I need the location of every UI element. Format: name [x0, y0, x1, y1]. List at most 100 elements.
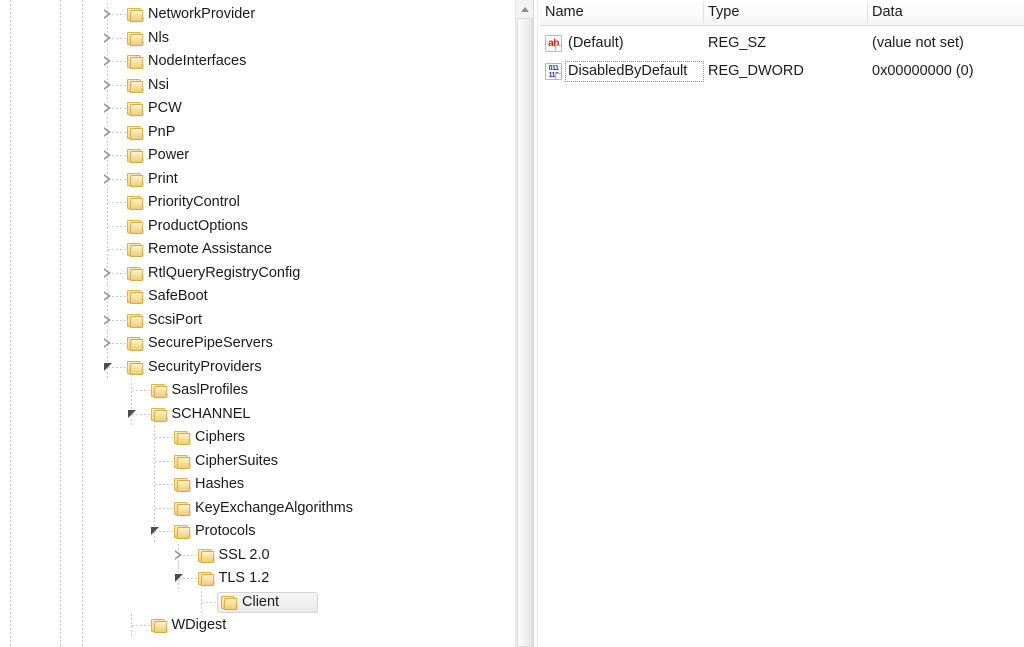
tree-node-label: WDigest	[171, 617, 227, 633]
expand-collapse-icon[interactable]	[104, 32, 111, 43]
expand-collapse-icon[interactable]	[174, 574, 183, 582]
value-type-cell: REG_SZ	[708, 35, 767, 51]
tree-node-label: RtlQueryRegistryConfig	[148, 264, 301, 281]
expand-collapse-icon[interactable]	[104, 291, 111, 301]
folder-icon	[127, 78, 144, 93]
tree-node-label: Protocols	[195, 523, 256, 539]
folder-icon	[150, 407, 168, 422]
tree-node-ciphers[interactable]: Ciphers	[0, 426, 515, 449]
tree-node-schannel[interactable]: SCHANNEL	[0, 402, 515, 426]
folder-icon	[127, 125, 144, 140]
tree-node-label: ScsiPort	[148, 311, 202, 328]
column-separator[interactable]	[867, 3, 868, 23]
value-data-cell: 0x00000000 (0)	[872, 63, 974, 79]
tree-node-power[interactable]: Power	[0, 144, 515, 167]
tree-node-securepipeservers[interactable]: SecurePipeServers	[0, 332, 515, 355]
folder-icon	[127, 289, 144, 304]
expand-collapse-icon[interactable]	[151, 527, 159, 535]
tree-node-hashes[interactable]: Hashes	[0, 473, 515, 496]
column-header-name[interactable]: Name	[545, 0, 584, 25]
tree-connector	[108, 202, 126, 203]
tree-node-nsi[interactable]: Nsi	[0, 73, 515, 97]
scrollbar-thumb[interactable]	[517, 18, 533, 647]
tree-node-keyexchangealgorithms[interactable]: KeyExchangeAlgorithms	[0, 496, 515, 520]
values-column-header: Name Type Data	[540, 0, 1024, 26]
folder-icon	[127, 313, 144, 328]
tree-node-ciphersuites[interactable]: CipherSuites	[0, 449, 515, 473]
tree-node-label: TLS 1.2	[218, 570, 270, 586]
folder-icon	[174, 501, 191, 516]
tree-node-networkprovider[interactable]: NetworkProvider	[0, 3, 515, 26]
tree-node-label: SecurityProviders	[148, 358, 262, 375]
value-row[interactable]: 011 110 DisabledByDefault REG_DWORD 0x000000…	[540, 60, 1024, 83]
tree-node-label: NodeInterfaces	[148, 53, 247, 69]
expand-collapse-icon[interactable]	[104, 79, 111, 90]
tree-node-wdigest[interactable]: WDigest	[0, 614, 515, 637]
folder-icon	[221, 595, 238, 610]
tree-node-productoptions[interactable]: ProductOptions	[0, 214, 515, 238]
tree-node-prioritycontrol[interactable]: PriorityControl	[0, 191, 515, 214]
tree-node-label: Remote Assistance	[148, 241, 273, 257]
string-value-icon: ab	[545, 35, 562, 52]
tree-node-protocols[interactable]: Protocols	[0, 520, 515, 543]
tree-node-safeboot[interactable]: SafeBoot	[0, 285, 515, 308]
expand-collapse-icon[interactable]	[104, 150, 111, 160]
value-data-cell: (value not set)	[872, 35, 964, 51]
expand-collapse-icon[interactable]	[174, 549, 182, 560]
tree-node-nls[interactable]: Nls	[0, 26, 515, 50]
tree-node-label: NetworkProvider	[148, 6, 256, 22]
tree-node-print[interactable]: Print	[0, 167, 515, 191]
scroll-up-arrow-icon[interactable]	[516, 0, 533, 17]
folder-icon	[127, 148, 144, 163]
value-type-cell: REG_DWORD	[708, 63, 804, 79]
column-header-type[interactable]: Type	[708, 0, 739, 25]
expand-collapse-icon[interactable]	[104, 9, 111, 19]
tree-node-saslprofiles[interactable]: SaslProfiles	[0, 379, 515, 402]
expand-collapse-icon[interactable]	[104, 103, 111, 113]
folder-icon	[197, 548, 215, 563]
tree-node-label: Client	[242, 593, 280, 610]
tree-connector	[155, 484, 173, 485]
tree-vertical-scrollbar[interactable]	[515, 0, 533, 647]
column-header-data[interactable]: Data	[872, 0, 903, 25]
tree-node-securityproviders[interactable]: SecurityProviders	[0, 355, 515, 379]
folder-icon	[127, 219, 144, 234]
tree-node-pcw[interactable]: PCW	[0, 97, 515, 120]
folder-icon	[127, 172, 144, 187]
tree-node-label: SecurePipeServers	[148, 335, 273, 351]
tree-connector	[131, 625, 150, 626]
tree-node-label: Nsi	[148, 76, 169, 93]
expand-collapse-icon[interactable]	[104, 56, 111, 66]
tree-node-remote-assistance[interactable]: Remote Assistance	[0, 238, 515, 261]
expand-collapse-icon[interactable]	[104, 338, 111, 348]
tree-node-rtlqueryregistryconfig[interactable]: RtlQueryRegistryConfig	[0, 261, 515, 285]
folder-icon	[127, 7, 144, 22]
tree-connector	[108, 225, 126, 227]
expand-collapse-icon[interactable]	[104, 173, 111, 184]
registry-values-list[interactable]: Name Type Data ab (Default) REG_SZ (value n…	[540, 0, 1024, 647]
tree-node-tls-1-2[interactable]: TLS 1.2	[0, 567, 515, 590]
tree-connector	[108, 249, 126, 250]
tree-node-label: CipherSuites	[195, 452, 279, 469]
expand-collapse-icon[interactable]	[104, 126, 111, 137]
value-name-cell: (Default)	[568, 35, 624, 51]
tree-node-ssl-2-0[interactable]: SSL 2.0	[0, 543, 515, 567]
tree-node-scsiport[interactable]: ScsiPort	[0, 308, 515, 332]
expand-collapse-icon[interactable]	[104, 362, 112, 371]
expand-collapse-icon[interactable]	[104, 314, 111, 325]
tree-node-label: Hashes	[195, 476, 245, 492]
dword-value-icon: 011 110	[545, 63, 562, 80]
tree-node-client[interactable]: Client	[0, 590, 515, 614]
tree-node-label: SaslProfiles	[171, 382, 249, 398]
expand-collapse-icon[interactable]	[127, 409, 136, 418]
tree-node-nodeinterfaces[interactable]: NodeInterfaces	[0, 50, 515, 73]
value-row[interactable]: ab (Default) REG_SZ (value not set)	[540, 32, 1024, 55]
registry-key-tree[interactable]: NetworkProvider Nls NodeInterfaces Nsi PCW Pn…	[0, 0, 515, 647]
tree-node-pnp[interactable]: PnP	[0, 120, 515, 144]
expand-collapse-icon[interactable]	[104, 267, 111, 278]
tree-node-label: Power	[148, 147, 190, 163]
folder-icon	[127, 266, 144, 281]
tree-node-label: Print	[148, 170, 178, 187]
tree-connector	[155, 437, 173, 438]
column-separator[interactable]	[703, 3, 704, 23]
